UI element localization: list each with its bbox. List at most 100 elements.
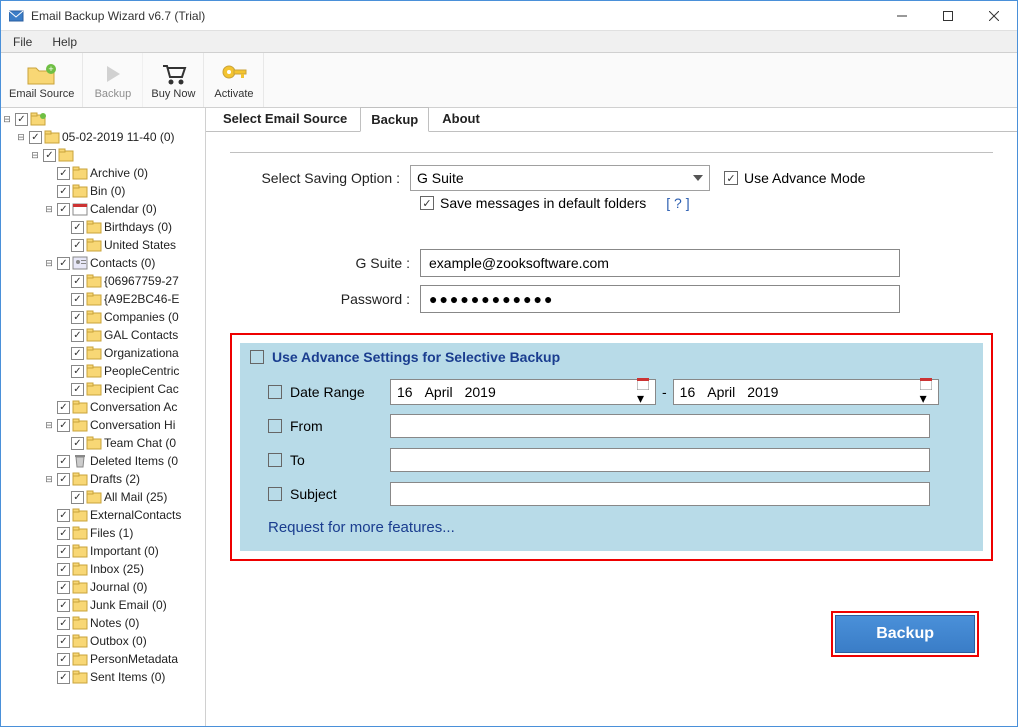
tree-item[interactable]: PersonMetadata [1, 650, 205, 668]
tree-item[interactable]: Files (1) [1, 524, 205, 542]
tree-item[interactable]: Journal (0) [1, 578, 205, 596]
use-advance-mode-checkbox[interactable]: Use Advance Mode [724, 170, 865, 186]
tree-checkbox[interactable] [57, 545, 70, 558]
tree-checkbox[interactable] [57, 401, 70, 414]
tree-item[interactable]: Deleted Items (0 [1, 452, 205, 470]
more-features-link[interactable]: Request for more features... [268, 519, 455, 536]
tree-checkbox[interactable] [57, 185, 70, 198]
tree-checkbox[interactable] [57, 671, 70, 684]
tree-checkbox[interactable] [71, 437, 84, 450]
tab-about[interactable]: About [431, 106, 491, 131]
to-input[interactable] [390, 448, 930, 472]
tree-item[interactable]: ⊟ [1, 110, 205, 128]
save-default-checkbox[interactable]: Save messages in default folders [420, 195, 646, 211]
tree-item[interactable]: Bin (0) [1, 182, 205, 200]
tree-checkbox[interactable] [57, 473, 70, 486]
folder-tree[interactable]: ⊟⊟05-02-2019 11-40 (0)⊟Archive (0)Bin (0… [1, 108, 206, 726]
tree-item[interactable]: Outbox (0) [1, 632, 205, 650]
saving-option-select[interactable]: G Suite [410, 165, 710, 191]
tree-checkbox[interactable] [29, 131, 42, 144]
tree-checkbox[interactable] [71, 311, 84, 324]
tree-item[interactable]: ⊟Calendar (0) [1, 200, 205, 218]
tree-toggle-icon[interactable]: ⊟ [43, 258, 55, 269]
tree-checkbox[interactable] [57, 455, 70, 468]
tree-item[interactable]: Organizationa [1, 344, 205, 362]
tree-checkbox[interactable] [43, 149, 56, 162]
tab-select-source[interactable]: Select Email Source [212, 106, 358, 131]
tree-item[interactable]: Notes (0) [1, 614, 205, 632]
date-from-picker[interactable]: 16 April 2019 ▾ [390, 379, 656, 405]
tree-toggle-icon[interactable]: ⊟ [43, 474, 55, 485]
tree-toggle-icon[interactable]: ⊟ [43, 420, 55, 431]
tree-item[interactable]: Companies (0 [1, 308, 205, 326]
tree-checkbox[interactable] [57, 419, 70, 432]
minimize-button[interactable] [879, 1, 925, 31]
tree-checkbox[interactable] [71, 491, 84, 504]
tree-checkbox[interactable] [71, 221, 84, 234]
from-input[interactable] [390, 414, 930, 438]
email-source-button[interactable]: + Email Source [1, 53, 83, 107]
tree-item[interactable]: Sent Items (0) [1, 668, 205, 686]
tree-item[interactable]: ⊟05-02-2019 11-40 (0) [1, 128, 205, 146]
tree-item[interactable]: ⊟ [1, 146, 205, 164]
tree-item[interactable]: Team Chat (0 [1, 434, 205, 452]
help-link[interactable]: [ ? ] [666, 195, 689, 211]
tree-item[interactable]: PeopleCentric [1, 362, 205, 380]
tree-item[interactable]: {A9E2BC46-E [1, 290, 205, 308]
close-button[interactable] [971, 1, 1017, 31]
backup-button[interactable]: Backup [83, 53, 143, 107]
date-range-checkbox[interactable] [268, 385, 282, 399]
advance-settings-checkbox[interactable] [250, 350, 264, 364]
tree-checkbox[interactable] [57, 203, 70, 216]
tree-toggle-icon[interactable]: ⊟ [29, 150, 41, 161]
tree-checkbox[interactable] [71, 275, 84, 288]
subject-checkbox[interactable] [268, 487, 282, 501]
tree-checkbox[interactable] [71, 383, 84, 396]
tree-item[interactable]: ⊟Drafts (2) [1, 470, 205, 488]
password-input[interactable]: ●●●●●●●●●●●● [420, 285, 900, 313]
tree-checkbox[interactable] [71, 239, 84, 252]
gsuite-input[interactable] [420, 249, 900, 277]
tree-checkbox[interactable] [57, 635, 70, 648]
tree-checkbox[interactable] [57, 599, 70, 612]
tree-checkbox[interactable] [57, 563, 70, 576]
tree-toggle-icon[interactable]: ⊟ [15, 132, 27, 143]
tree-checkbox[interactable] [71, 329, 84, 342]
maximize-button[interactable] [925, 1, 971, 31]
tree-checkbox[interactable] [57, 167, 70, 180]
tree-checkbox[interactable] [71, 293, 84, 306]
tree-toggle-icon[interactable]: ⊟ [43, 204, 55, 215]
tree-item[interactable]: ExternalContacts [1, 506, 205, 524]
menu-help[interactable]: Help [52, 35, 77, 49]
date-to-picker[interactable]: 16 April 2019 ▾ [673, 379, 939, 405]
tree-checkbox[interactable] [57, 581, 70, 594]
tree-item[interactable]: {06967759-27 [1, 272, 205, 290]
tree-item[interactable]: Birthdays (0) [1, 218, 205, 236]
tree-item[interactable]: Inbox (25) [1, 560, 205, 578]
tree-checkbox[interactable] [57, 527, 70, 540]
subject-input[interactable] [390, 482, 930, 506]
buy-now-button[interactable]: Buy Now [143, 53, 204, 107]
tab-backup[interactable]: Backup [360, 107, 429, 132]
tree-checkbox[interactable] [71, 365, 84, 378]
tree-item[interactable]: All Mail (25) [1, 488, 205, 506]
tree-checkbox[interactable] [57, 257, 70, 270]
tree-checkbox[interactable] [71, 347, 84, 360]
tree-checkbox[interactable] [15, 113, 28, 126]
tree-item[interactable]: Archive (0) [1, 164, 205, 182]
menu-file[interactable]: File [13, 35, 32, 49]
tree-item[interactable]: Important (0) [1, 542, 205, 560]
tree-checkbox[interactable] [57, 653, 70, 666]
tree-toggle-icon[interactable]: ⊟ [1, 114, 13, 125]
tree-item[interactable]: Recipient Cac [1, 380, 205, 398]
tree-checkbox[interactable] [57, 617, 70, 630]
tree-item[interactable]: Conversation Ac [1, 398, 205, 416]
tree-checkbox[interactable] [57, 509, 70, 522]
tree-item[interactable]: Junk Email (0) [1, 596, 205, 614]
from-checkbox[interactable] [268, 419, 282, 433]
to-checkbox[interactable] [268, 453, 282, 467]
tree-item[interactable]: ⊟Contacts (0) [1, 254, 205, 272]
activate-button[interactable]: Activate [204, 53, 264, 107]
tree-item[interactable]: United States [1, 236, 205, 254]
backup-action-button[interactable]: Backup [835, 615, 975, 653]
